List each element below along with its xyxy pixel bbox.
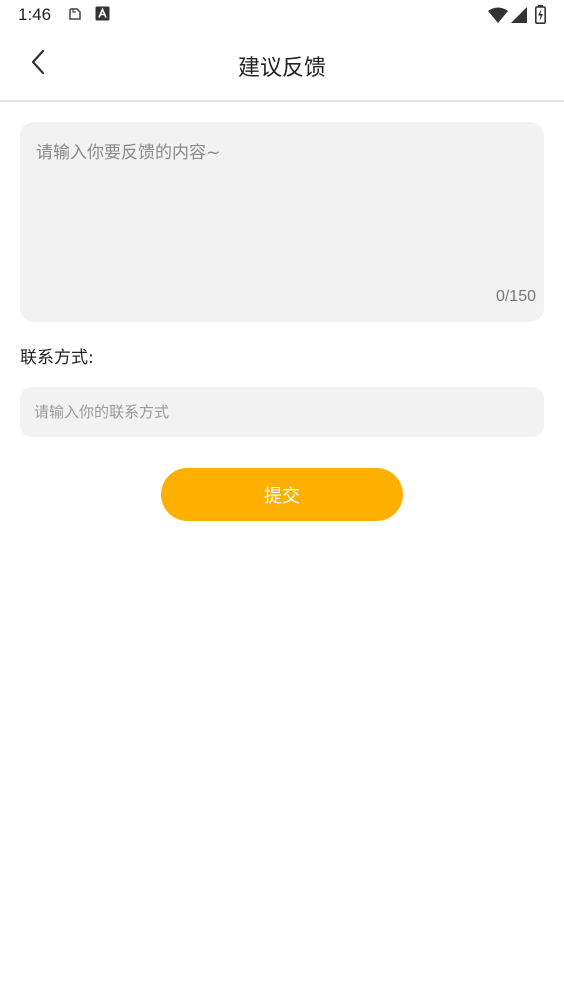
battery-charging-icon — [535, 5, 546, 28]
signal-icon — [511, 7, 527, 27]
char-counter: 0/150 — [495, 288, 536, 305]
status-bar: 1:46 — [0, 0, 564, 30]
contact-input[interactable] — [20, 387, 544, 437]
submit-button[interactable]: 提交 — [161, 468, 403, 521]
page-title: 建议反馈 — [237, 56, 326, 81]
feedback-textarea[interactable] — [20, 122, 544, 282]
wifi-icon — [488, 7, 508, 27]
feedback-screen: 1:46 建议反馈 请输入你要反馈的内容~ 0/150 联系方式: 请输入你的联… — [0, 0, 564, 1004]
feedback-box: 0/150 — [20, 122, 544, 322]
status-time: 1:46 — [18, 5, 52, 24]
header-bar: 建议反馈 — [0, 30, 564, 102]
notification-a-icon — [95, 6, 110, 25]
notification-file-icon — [67, 6, 83, 26]
contact-label: 联系方式: — [20, 348, 94, 368]
